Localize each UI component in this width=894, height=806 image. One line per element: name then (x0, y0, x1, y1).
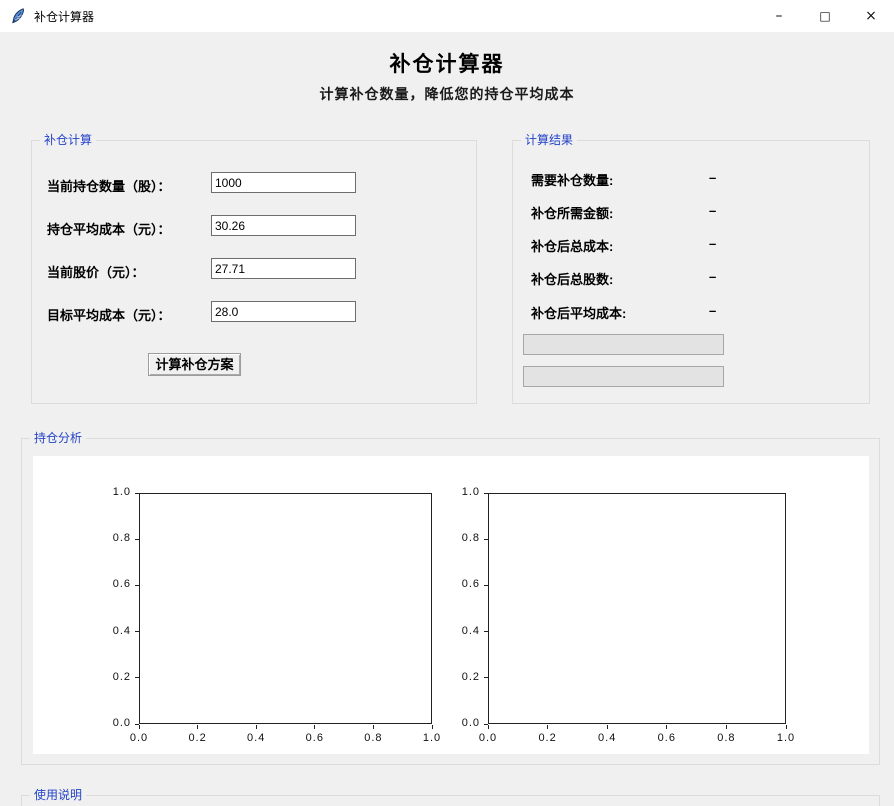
target-cost-input[interactable] (211, 301, 356, 322)
y-tick-label: 0.4 (97, 625, 131, 637)
total-cost-value: – (709, 236, 716, 251)
y-tick-mark (135, 677, 139, 678)
y-tick-label: 0.4 (446, 625, 480, 637)
page-subtitle: 计算补仓数量，降低您的持仓平均成本 (0, 84, 894, 104)
current-shares-input[interactable] (211, 172, 356, 193)
maximize-button[interactable]: □ (802, 0, 848, 32)
y-tick-mark (135, 585, 139, 586)
x-tick-mark (197, 725, 198, 729)
usage-groupbox: 使用说明 (21, 795, 880, 806)
y-tick-mark (484, 539, 488, 540)
result-row-amount-needed: 补仓所需金额: – (531, 203, 613, 221)
subplot-axes-1 (139, 493, 432, 724)
x-tick-mark (666, 725, 667, 729)
x-tick-mark (786, 725, 787, 729)
result-row-new-avg-cost: 补仓后平均成本: – (531, 303, 626, 321)
y-tick-label: 0.6 (446, 578, 480, 590)
x-tick-mark (607, 725, 608, 729)
x-tick-label: 0.4 (590, 732, 624, 744)
result-detail-field-2 (523, 366, 724, 387)
titlebar: 补仓计算器 – □ × (0, 0, 894, 32)
x-tick-label: 0.6 (298, 732, 332, 744)
y-tick-mark (484, 677, 488, 678)
analysis-groupbox: 持仓分析 0.00.20.40.60.81.00.00.20.40.60.81.… (21, 438, 880, 765)
x-tick-label: 0.0 (122, 732, 156, 744)
y-tick-label: 1.0 (446, 486, 480, 498)
input-groupbox-caption: 补仓计算 (40, 133, 96, 148)
target-cost-label: 目标平均成本（元）： (47, 305, 171, 324)
y-tick-label: 0.0 (97, 717, 131, 729)
caption-buttons: – □ × (756, 0, 894, 32)
y-tick-mark (484, 631, 488, 632)
x-tick-mark (432, 725, 433, 729)
x-tick-mark (256, 725, 257, 729)
total-cost-label: 补仓后总成本: (531, 239, 613, 254)
subplot-axes-2 (488, 493, 786, 724)
x-tick-mark (547, 725, 548, 729)
result-row-total-cost: 补仓后总成本: – (531, 236, 613, 254)
result-groupbox-caption: 计算结果 (521, 133, 577, 148)
page-title: 补仓计算器 (0, 48, 894, 78)
y-tick-mark (484, 493, 488, 494)
avg-cost-input[interactable] (211, 215, 356, 236)
amount-needed-value: – (709, 203, 716, 218)
x-tick-label: 1.0 (415, 732, 449, 744)
current-price-label: 当前股价（元）： (47, 262, 145, 281)
avg-cost-label: 持仓平均成本（元）： (47, 219, 171, 238)
x-tick-label: 0.0 (471, 732, 505, 744)
new-avg-cost-label: 补仓后平均成本: (531, 306, 626, 321)
result-groupbox: 计算结果 需要补仓数量: – 补仓所需金额: – 补仓后总成本: – 补仓后总股… (512, 140, 870, 404)
x-tick-label: 0.4 (239, 732, 273, 744)
new-avg-cost-value: – (709, 303, 716, 318)
result-detail-field-1 (523, 334, 724, 355)
y-tick-label: 0.8 (446, 532, 480, 544)
x-tick-mark (314, 725, 315, 729)
current-price-input[interactable] (211, 258, 356, 279)
x-tick-mark (488, 725, 489, 729)
y-tick-label: 0.2 (97, 671, 131, 683)
window-title: 补仓计算器 (34, 8, 94, 25)
total-shares-value: – (709, 269, 716, 284)
analysis-groupbox-caption: 持仓分析 (30, 431, 86, 446)
y-tick-label: 0.8 (97, 532, 131, 544)
x-tick-mark (373, 725, 374, 729)
input-groupbox: 补仓计算 当前持仓数量（股）： 持仓平均成本（元）： 当前股价（元）： 目标平均… (31, 140, 477, 404)
calculate-button[interactable]: 计算补仓方案 (148, 353, 241, 376)
y-tick-label: 1.0 (97, 486, 131, 498)
usage-groupbox-caption: 使用说明 (30, 788, 86, 803)
shares-needed-value: – (709, 170, 716, 185)
y-tick-mark (135, 539, 139, 540)
current-shares-label: 当前持仓数量（股）： (47, 176, 171, 195)
app-window: 补仓计算器 – □ × 补仓计算器 计算补仓数量，降低您的持仓平均成本 补仓计算… (0, 0, 894, 806)
x-tick-label: 1.0 (769, 732, 803, 744)
y-tick-label: 0.2 (446, 671, 480, 683)
y-tick-mark (484, 585, 488, 586)
amount-needed-label: 补仓所需金额: (531, 206, 613, 221)
y-tick-mark (135, 493, 139, 494)
result-row-total-shares: 补仓后总股数: – (531, 269, 613, 287)
y-tick-label: 0.6 (97, 578, 131, 590)
x-tick-label: 0.6 (650, 732, 684, 744)
result-row-shares-needed: 需要补仓数量: – (531, 170, 613, 188)
feather-icon (10, 8, 26, 24)
x-tick-mark (726, 725, 727, 729)
close-button[interactable]: × (848, 0, 894, 32)
chart-canvas: 0.0 0.2 0.4 0.6 0.8 1.0 0.0 0.2 0.4 0.6 0.8 1.0 0.0 0… (33, 456, 869, 754)
x-tick-label: 0.8 (709, 732, 743, 744)
y-tick-label: 0.0 (446, 717, 480, 729)
y-tick-mark (135, 631, 139, 632)
total-shares-label: 补仓后总股数: (531, 272, 613, 287)
x-tick-mark (139, 725, 140, 729)
shares-needed-label: 需要补仓数量: (531, 173, 613, 188)
x-tick-label: 0.2 (181, 732, 215, 744)
x-tick-label: 0.2 (531, 732, 565, 744)
minimize-button[interactable]: – (756, 0, 802, 32)
x-tick-label: 0.8 (356, 732, 390, 744)
